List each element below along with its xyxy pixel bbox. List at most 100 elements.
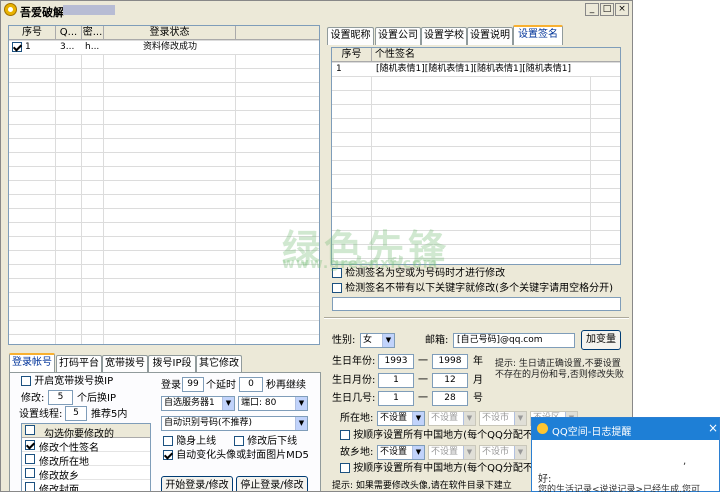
item-checkbox[interactable] bbox=[25, 482, 35, 491]
tab-set-nickname[interactable]: 设置昵称 bbox=[327, 27, 374, 45]
tab-set-signature[interactable]: 设置签名 bbox=[513, 25, 563, 45]
sig-row-index: 1 bbox=[336, 64, 342, 74]
list-item[interactable]: 修改故乡 bbox=[22, 467, 150, 482]
broadband-toggle[interactable]: 开启宽带拨号换IP bbox=[21, 376, 113, 388]
tab-dial-ip-range[interactable]: 拨号IP段 bbox=[148, 355, 196, 373]
column-header-password[interactable]: 密... bbox=[82, 26, 104, 40]
email-field[interactable]: [自己号码]@qq.com bbox=[453, 333, 575, 348]
location-province[interactable]: 不设置 ▼ bbox=[428, 411, 476, 426]
logout-after-checkbox[interactable] bbox=[234, 436, 244, 446]
modify-list-header[interactable]: 勾选你要修改的 bbox=[22, 424, 150, 440]
location-sequential-label: 按顺序设置所有中国地方(每个QQ分配不同 bbox=[353, 430, 543, 441]
birth-day-to[interactable]: 28 bbox=[432, 391, 468, 406]
column-header-blank bbox=[236, 26, 319, 40]
hometown-city[interactable]: 不设市 ▼ bbox=[479, 445, 527, 460]
birth-year-from[interactable]: 1993 bbox=[378, 354, 414, 369]
delay-suffix: 秒再继续 bbox=[266, 380, 306, 391]
birth-year-to[interactable]: 1998 bbox=[432, 354, 468, 369]
logout-after[interactable]: 修改后下线 bbox=[234, 436, 297, 448]
broadband-toggle-checkbox[interactable] bbox=[21, 376, 31, 386]
notification-popup[interactable]: QQ空间-日志提醒 × , 好: 您的生活记录<说说记录>已经生成,您可 bbox=[531, 417, 720, 492]
birth-month-from[interactable]: 1 bbox=[378, 373, 414, 388]
threads-label: 设置线程: bbox=[19, 409, 63, 420]
hidden-online[interactable]: 隐身上线 bbox=[163, 436, 216, 448]
row-qq: 3... bbox=[60, 42, 75, 52]
modify-count-input[interactable]: 5 bbox=[48, 390, 73, 405]
location-label: 所在地: bbox=[340, 413, 374, 424]
location-sequential-checkbox[interactable] bbox=[340, 430, 350, 440]
tab-other-settings[interactable]: 其它修改 bbox=[196, 355, 242, 373]
start-button[interactable]: 开始登录/修改 bbox=[161, 476, 233, 491]
sig-option-keyword[interactable]: 检测签名不带有以下关键字就修改(多个关键字请用空格分开) bbox=[332, 283, 613, 295]
table-row[interactable]: 1 [随机表情1][随机表情1][随机表情1][随机表情1] bbox=[332, 63, 620, 76]
email-label: 邮箱: bbox=[425, 335, 449, 346]
chevron-down-icon: ▼ bbox=[514, 412, 526, 425]
month-unit: 月 bbox=[473, 375, 483, 386]
notification-close-icon[interactable]: × bbox=[708, 421, 718, 435]
item-checkbox[interactable] bbox=[25, 454, 35, 464]
birth-month-label: 生日月份: bbox=[332, 375, 376, 386]
column-header-sig-index[interactable]: 序号 bbox=[332, 48, 372, 62]
auto-avatar-checkbox[interactable] bbox=[163, 450, 173, 460]
column-header-qq[interactable]: Q... bbox=[56, 26, 82, 40]
table-row[interactable]: 1 3... h... 资料修改成功 bbox=[9, 41, 319, 54]
maximize-button[interactable]: □ bbox=[600, 3, 614, 16]
title-bar: 吾爱破解 _ □ × bbox=[1, 1, 632, 19]
chevron-down-icon: ▼ bbox=[463, 412, 475, 425]
tab-login-account[interactable]: 登录帐号 bbox=[9, 353, 55, 373]
location-sequential[interactable]: 按顺序设置所有中国地方(每个QQ分配不同 bbox=[340, 430, 543, 442]
avatar-hint: 提示: 如果需要修改头像,请在软件目录下建立 bbox=[332, 481, 512, 491]
tab-set-description[interactable]: 设置说明 bbox=[467, 27, 513, 45]
keyword-input[interactable] bbox=[332, 297, 621, 311]
column-header-status[interactable]: 登录状态 bbox=[104, 26, 236, 40]
server-select[interactable]: 自选服务器1 ▼ bbox=[161, 396, 235, 411]
logout-after-label: 修改后下线 bbox=[247, 436, 298, 447]
chevron-down-icon: ▼ bbox=[295, 397, 307, 410]
stop-button[interactable]: 停止登录/修改 bbox=[236, 476, 308, 491]
tab-broadband-dial[interactable]: 宽带拨号 bbox=[102, 355, 148, 373]
threads-suffix: 推荐5内 bbox=[91, 409, 128, 420]
list-item[interactable]: 修改所在地 bbox=[22, 453, 150, 468]
item-checkbox[interactable] bbox=[25, 440, 35, 450]
delay-input[interactable]: 0 bbox=[239, 377, 263, 392]
sig-option-keyword-checkbox[interactable] bbox=[332, 283, 342, 293]
list-item[interactable]: 修改个性签名 bbox=[22, 439, 150, 454]
notification-line2[interactable]: 您的生活记录<说说记录>已经生成,您可 bbox=[538, 482, 700, 492]
add-variable-button[interactable]: 加变量 bbox=[581, 330, 621, 350]
modify-suffix: 个后换IP bbox=[77, 393, 116, 404]
birth-year-label: 生日年份: bbox=[332, 356, 376, 367]
gender-label: 性别: bbox=[332, 335, 356, 346]
location-city[interactable]: 不设市 ▼ bbox=[479, 411, 527, 426]
minimize-button[interactable]: _ bbox=[585, 3, 599, 16]
recognize-select[interactable]: 自动识别号码(不推荐) ▼ bbox=[161, 416, 308, 431]
close-button[interactable]: × bbox=[615, 3, 629, 16]
auto-avatar[interactable]: 自动变化头像或封面图片MD5 bbox=[163, 450, 309, 462]
tab-set-school[interactable]: 设置学校 bbox=[421, 27, 467, 45]
column-header-index[interactable]: 序号 bbox=[9, 26, 56, 40]
tab-set-company[interactable]: 设置公司 bbox=[375, 27, 421, 45]
select-all-checkbox[interactable] bbox=[25, 425, 35, 435]
location-country[interactable]: 不设置 ▼ bbox=[377, 411, 425, 426]
port-select[interactable]: 端口: 80 ▼ bbox=[238, 396, 308, 411]
gender-select[interactable]: 女 ▼ bbox=[360, 333, 395, 348]
modify-options-list[interactable]: 勾选你要修改的 修改个性签名 修改所在地 修改故乡 修改封面 bbox=[21, 423, 151, 491]
birth-day-from[interactable]: 1 bbox=[378, 391, 414, 406]
hidden-online-checkbox[interactable] bbox=[163, 436, 173, 446]
birth-month-to[interactable]: 12 bbox=[432, 373, 468, 388]
hometown-province[interactable]: 不设置 ▼ bbox=[428, 445, 476, 460]
tab-captcha-platform[interactable]: 打码平台 bbox=[56, 355, 102, 373]
threads-input[interactable]: 5 bbox=[65, 406, 87, 421]
hometown-sequential-checkbox[interactable] bbox=[340, 463, 350, 473]
account-list[interactable]: 序号 Q... 密... 登录状态 1 3... h... 资料修改成功 bbox=[8, 25, 320, 345]
list-item[interactable]: 修改封面 bbox=[22, 481, 150, 491]
column-header-signature[interactable]: 个性签名 bbox=[372, 48, 620, 62]
hometown-sequential[interactable]: 按顺序设置所有中国地方(每个QQ分配不同 bbox=[340, 463, 543, 475]
login-count-input[interactable]: 99 bbox=[182, 377, 204, 392]
item-checkbox[interactable] bbox=[25, 468, 35, 478]
row-password: h... bbox=[85, 42, 100, 52]
modify-label: 修改: bbox=[21, 393, 45, 404]
row-checkbox[interactable] bbox=[12, 42, 22, 52]
notification-header: QQ空间-日志提醒 × bbox=[532, 418, 719, 440]
hometown-country[interactable]: 不设置 ▼ bbox=[377, 445, 425, 460]
sig-row-text: [随机表情1][随机表情1][随机表情1][随机表情1] bbox=[376, 64, 571, 74]
